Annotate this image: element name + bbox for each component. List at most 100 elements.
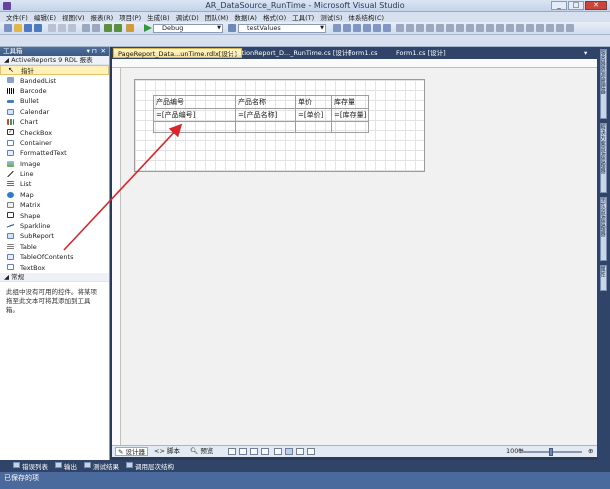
tab-sectionreport-design[interactable]: SectionReport_D..._RunTime.cs [设计] (226, 48, 355, 58)
maximize-button[interactable]: □ (568, 1, 584, 10)
tool-textbox[interactable]: TextBox (0, 262, 109, 272)
toolbar-icon-q[interactable] (496, 24, 504, 32)
footer-cell[interactable] (153, 121, 236, 133)
detail-cell[interactable]: =[产品编号] (153, 108, 236, 122)
footer-cell[interactable] (235, 121, 296, 133)
team-explorer-tab[interactable]: 团队资源管理器 (600, 197, 607, 261)
redo-icon[interactable] (92, 24, 100, 32)
properties-tab[interactable]: 属性 (600, 265, 607, 291)
tool-bandedlist[interactable]: BandedList (0, 75, 109, 85)
menu-build[interactable]: 生成(B) (144, 12, 173, 22)
toolbar-icon-n[interactable] (466, 24, 474, 32)
zoom-slider[interactable] (522, 448, 582, 456)
tool-matrix[interactable]: Matrix (0, 200, 109, 210)
toolbar-icon-i[interactable] (416, 24, 424, 32)
menu-debug[interactable]: 调试(D) (173, 12, 202, 22)
tool-table[interactable]: Table (0, 242, 109, 252)
tool-checkbox[interactable]: ✓ CheckBox (0, 127, 109, 137)
menu-architecture[interactable]: 体系结构(C) (345, 12, 387, 22)
build-config-combo[interactable]: Debug ▼ (153, 24, 223, 33)
navigate-back-icon[interactable] (104, 24, 112, 32)
toolbar-icon-b[interactable] (343, 24, 351, 32)
toolbar-icon-k[interactable] (436, 24, 444, 32)
detail-cell[interactable]: =[产品名称] (235, 108, 296, 122)
menu-team[interactable]: 团队(M) (202, 12, 232, 22)
tool-formattedtext[interactable]: FormattedText (0, 148, 109, 158)
close-icon[interactable]: ✕ (101, 47, 106, 56)
cut-icon[interactable] (48, 24, 56, 32)
menu-data[interactable]: 数据(A) (231, 12, 260, 22)
minimize-button[interactable]: _ (551, 1, 567, 10)
detail-cell[interactable]: =[库存量] (330, 108, 370, 122)
tool-tableofcontents[interactable]: TableOfContents (0, 252, 109, 262)
toolbar-icon-u[interactable] (536, 24, 544, 32)
toolbar-icon-x[interactable] (566, 24, 574, 32)
find-icon[interactable] (228, 24, 236, 32)
script-tab[interactable]: <> 脚本 (152, 447, 182, 456)
menu-edit[interactable]: 编辑(E) (31, 12, 59, 22)
error-list-tab[interactable]: 错误列表 (12, 461, 51, 471)
tool-line[interactable]: Line (0, 169, 109, 179)
view-mode-icon-2[interactable] (239, 448, 247, 455)
header-cell[interactable]: 单价 (295, 95, 332, 109)
toolbox-group-header[interactable]: ◢ ActiveReports 9 RDL 报表 (0, 56, 109, 65)
toolbar-icon-s[interactable] (516, 24, 524, 32)
tool-pointer[interactable]: ↖ 指针 (0, 65, 109, 76)
toolbar-icon-m[interactable] (456, 24, 464, 32)
toolbar-icon-f[interactable] (383, 24, 391, 32)
designer-tab[interactable]: ✎ 设计器 (115, 447, 149, 456)
tool-bullet[interactable]: Bullet (0, 96, 109, 106)
select-mode-icon[interactable] (285, 448, 293, 455)
tool-chart[interactable]: Chart (0, 117, 109, 127)
footer-cell[interactable] (295, 121, 332, 133)
test-results-tab[interactable]: 测试结果 (83, 461, 122, 471)
tab-pagereport-design[interactable]: PageReport_Data...unTime.rdlx[设计] (113, 48, 242, 58)
tool-subreport[interactable]: SubReport (0, 231, 109, 241)
toolbar-icon-j[interactable] (426, 24, 434, 32)
menu-view[interactable]: 视图(V) (59, 12, 88, 22)
solution-explorer-tab[interactable]: 解决方案资源管理器 (600, 123, 607, 193)
menu-report[interactable]: 报表(R) (88, 12, 117, 22)
tool-sparkline[interactable]: Sparkline (0, 221, 109, 231)
tool-container[interactable]: Container (0, 138, 109, 148)
detail-cell[interactable]: =[单价] (295, 108, 332, 122)
toolbar-icon-r[interactable] (506, 24, 514, 32)
tool-map[interactable]: Map (0, 190, 109, 200)
menu-test[interactable]: 测试(S) (317, 12, 345, 22)
tool-calendar[interactable]: Calendar (0, 107, 109, 117)
toolbar-icon-d[interactable] (363, 24, 371, 32)
zoom-in-icon[interactable]: ⊕ (586, 447, 595, 456)
new-project-icon[interactable] (4, 24, 12, 32)
toolbar-icon-a[interactable] (333, 24, 341, 32)
view-mode-icon-3[interactable] (250, 448, 258, 455)
save-icon[interactable] (24, 24, 32, 32)
tool-shape[interactable]: Shape (0, 210, 109, 220)
toolbar-icon-w[interactable] (556, 24, 564, 32)
menu-format[interactable]: 格式(O) (260, 12, 289, 22)
tab-form1-code[interactable]: Form1.cs (344, 48, 382, 58)
footer-cell[interactable] (330, 121, 370, 133)
header-cell[interactable]: 库存量 (330, 95, 370, 109)
pan-mode-icon[interactable] (296, 448, 304, 455)
view-mode-icon-4[interactable] (261, 448, 269, 455)
tab-list-dropdown-icon[interactable]: ▾ (580, 48, 591, 58)
header-cell[interactable]: 产品名称 (235, 95, 296, 109)
output-tab[interactable]: 输出 (54, 461, 80, 471)
open-file-icon[interactable] (14, 24, 22, 32)
header-cell[interactable]: 产品编号 (153, 95, 236, 109)
zoom-slider-thumb[interactable] (549, 448, 553, 456)
tool-barcode[interactable]: Barcode (0, 86, 109, 96)
menu-tools[interactable]: 工具(T) (289, 12, 317, 22)
toolbox-general-header[interactable]: ◢ 常规 (0, 272, 109, 282)
hand-icon[interactable] (307, 448, 315, 455)
solution-explorer-icon[interactable] (126, 24, 134, 32)
call-hierarchy-tab[interactable]: 调用层次结构 (125, 461, 177, 471)
toolbar-icon-v[interactable] (546, 24, 554, 32)
toolbar-icon-c[interactable] (353, 24, 361, 32)
save-all-icon[interactable] (34, 24, 42, 32)
toolbar-icon-l[interactable] (446, 24, 454, 32)
paste-icon[interactable] (68, 24, 76, 32)
tab-form1-design[interactable]: Form1.cs [设计] (392, 48, 450, 58)
report-canvas[interactable]: 产品编号 产品名称 单价 库存量 =[产品编号] =[产品名称] =[单价] =… (134, 79, 425, 172)
view-mode-icon-1[interactable] (228, 448, 236, 455)
